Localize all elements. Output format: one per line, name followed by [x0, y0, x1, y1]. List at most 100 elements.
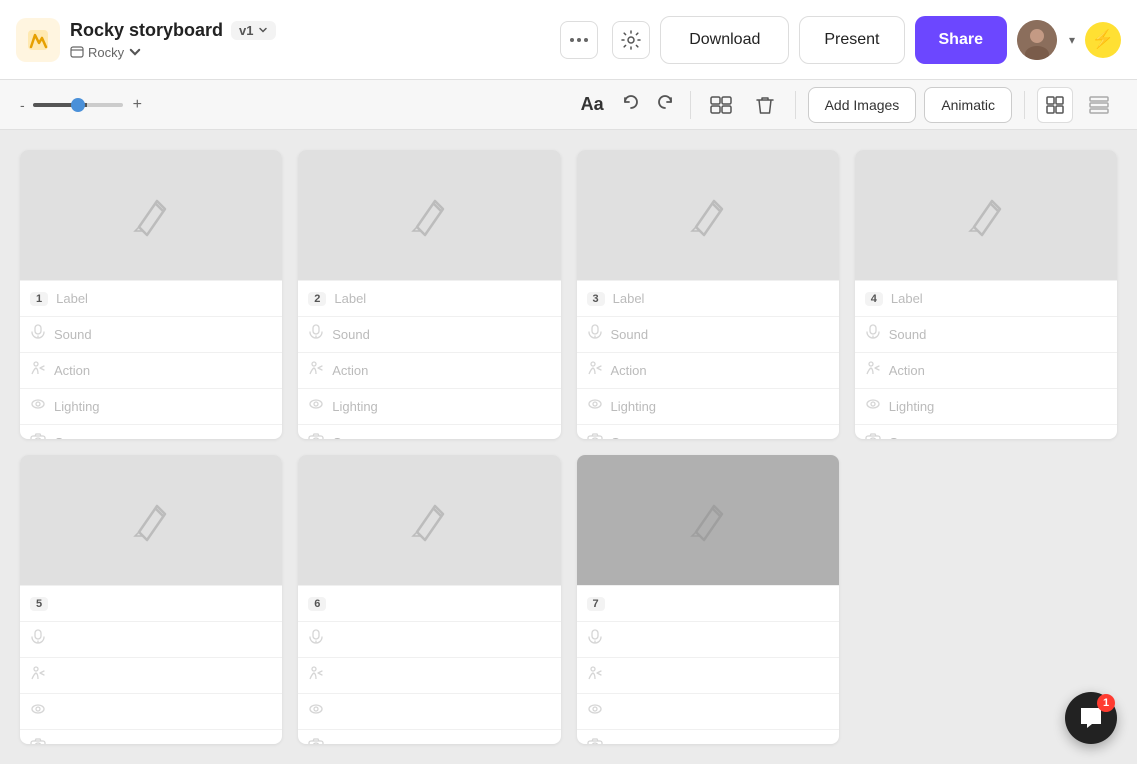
eye-icon — [30, 701, 46, 722]
camera-icon — [308, 432, 324, 439]
storyboard-card-4[interactable]: 4 Label Sound Action Lighting — [855, 150, 1117, 439]
share-button[interactable]: Share — [915, 16, 1007, 64]
storyboard-card-7[interactable]: 7 — [577, 455, 839, 744]
field-action[interactable]: Action — [577, 352, 839, 388]
card-image — [577, 455, 839, 585]
app-logo — [16, 18, 60, 62]
trash-button[interactable] — [747, 87, 783, 123]
field-action[interactable]: Action — [20, 352, 282, 388]
field-camera[interactable]: Camera — [577, 424, 839, 439]
storyboard-card-5[interactable]: 5 — [20, 455, 282, 744]
lightning-button[interactable]: ⚡ — [1085, 22, 1121, 58]
action-icon — [308, 665, 324, 686]
field-camera[interactable]: Camera — [855, 424, 1117, 439]
header: Rocky storyboard v1 Rocky Download Prese… — [0, 0, 1137, 80]
field-lighting[interactable]: Lighting — [298, 388, 560, 424]
field-label[interactable]: 4 Label — [855, 280, 1117, 316]
storyboard-card-3[interactable]: 3 Label Sound Action Lighting — [577, 150, 839, 439]
divider-1 — [690, 91, 691, 119]
field-sound[interactable]: Sound — [298, 316, 560, 352]
field-label[interactable]: 6 — [298, 585, 560, 621]
storyboard-grid: 1 Label Sound Action Lighting — [0, 130, 1137, 764]
field-label[interactable]: 5 — [20, 585, 282, 621]
field-lighting[interactable] — [20, 693, 282, 729]
more-menu-button[interactable] — [560, 21, 598, 59]
field-camera[interactable] — [20, 729, 282, 744]
font-button[interactable]: Aa — [575, 90, 610, 119]
action-icon — [30, 360, 46, 381]
zoom-slider[interactable] — [33, 103, 123, 107]
card-fields: 5 — [20, 585, 282, 744]
field-lighting[interactable]: Lighting — [855, 388, 1117, 424]
camera-icon — [30, 737, 46, 744]
camera-icon — [308, 737, 324, 744]
card-image — [298, 150, 560, 280]
action-icon — [865, 360, 881, 381]
project-title: Rocky storyboard — [70, 20, 223, 41]
eye-icon — [865, 396, 881, 417]
undo-button[interactable] — [618, 89, 644, 120]
frames-button[interactable] — [703, 87, 739, 123]
field-label[interactable]: 3 Label — [577, 280, 839, 316]
project-nav[interactable]: Rocky — [70, 45, 276, 60]
field-action[interactable]: Action — [298, 352, 560, 388]
pencil-icon — [684, 496, 732, 544]
microphone-icon — [587, 629, 603, 650]
eye-icon — [587, 396, 603, 417]
field-sound[interactable]: Sound — [855, 316, 1117, 352]
field-label[interactable]: 7 — [577, 585, 839, 621]
eye-icon — [587, 701, 603, 722]
version-badge[interactable]: v1 — [231, 21, 275, 40]
card-fields: 3 Label Sound Action Lighting — [577, 280, 839, 439]
camera-icon — [865, 432, 881, 439]
microphone-icon — [308, 629, 324, 650]
card-image — [20, 455, 282, 585]
eye-icon — [30, 396, 46, 417]
field-camera[interactable] — [577, 729, 839, 744]
chat-bubble-button[interactable]: 1 — [1065, 692, 1117, 744]
field-sound[interactable] — [577, 621, 839, 657]
camera-icon — [30, 432, 46, 439]
field-camera[interactable]: Camera — [298, 424, 560, 439]
field-sound[interactable] — [20, 621, 282, 657]
field-sound[interactable] — [298, 621, 560, 657]
field-sound[interactable]: Sound — [577, 316, 839, 352]
field-lighting[interactable]: Lighting — [577, 388, 839, 424]
field-action[interactable] — [577, 657, 839, 693]
list-view-button[interactable] — [1037, 87, 1073, 123]
field-action[interactable] — [20, 657, 282, 693]
avatar-caret[interactable]: ▾ — [1069, 33, 1075, 47]
card-fields: 4 Label Sound Action Lighting — [855, 280, 1117, 439]
storyboard-card-6[interactable]: 6 — [298, 455, 560, 744]
card-image — [298, 455, 560, 585]
present-button[interactable]: Present — [799, 16, 904, 64]
field-lighting[interactable] — [577, 693, 839, 729]
storyboard-card-2[interactable]: 2 Label Sound Action Lighting — [298, 150, 560, 439]
field-camera[interactable] — [298, 729, 560, 744]
grid-view-button[interactable] — [1081, 87, 1117, 123]
microphone-icon — [308, 324, 324, 345]
field-action[interactable] — [298, 657, 560, 693]
animatic-button[interactable]: Animatic — [924, 87, 1012, 123]
camera-icon — [587, 432, 603, 439]
chat-badge: 1 — [1097, 694, 1115, 712]
field-sound[interactable]: Sound — [20, 316, 282, 352]
settings-button[interactable] — [612, 21, 650, 59]
avatar[interactable] — [1017, 20, 1057, 60]
download-button[interactable]: Download — [660, 16, 789, 64]
redo-button[interactable] — [652, 89, 678, 120]
add-images-button[interactable]: Add Images — [808, 87, 917, 123]
field-label[interactable]: 2 Label — [298, 280, 560, 316]
field-camera[interactable]: Camera — [20, 424, 282, 439]
field-lighting[interactable]: Lighting — [20, 388, 282, 424]
card-fields: 7 — [577, 585, 839, 744]
field-action[interactable]: Action — [855, 352, 1117, 388]
microphone-icon — [865, 324, 881, 345]
zoom-out-button[interactable]: - — [20, 97, 25, 113]
pencil-icon — [684, 191, 732, 239]
field-label[interactable]: 1 Label — [20, 280, 282, 316]
field-lighting[interactable] — [298, 693, 560, 729]
zoom-in-button[interactable]: + — [133, 96, 142, 114]
storyboard-card-1[interactable]: 1 Label Sound Action Lighting — [20, 150, 282, 439]
microphone-icon — [30, 629, 46, 650]
